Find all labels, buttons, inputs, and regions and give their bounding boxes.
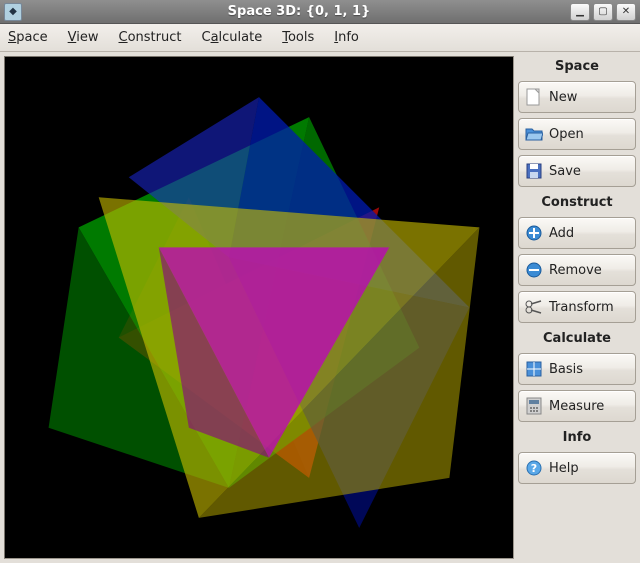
open-icon xyxy=(525,125,543,143)
menu-view[interactable]: View xyxy=(68,30,99,45)
new-label: New xyxy=(549,90,629,105)
save-label: Save xyxy=(549,164,629,179)
menu-tools[interactable]: Tools xyxy=(282,30,314,45)
window-title: Space 3D: {0, 1, 1} xyxy=(28,4,570,19)
section-title-info: Info xyxy=(518,427,636,447)
svg-text:?: ? xyxy=(531,462,537,475)
basis-icon xyxy=(525,360,543,378)
open-label: Open xyxy=(549,127,629,142)
new-button[interactable]: New xyxy=(518,81,636,113)
open-button[interactable]: Open xyxy=(518,118,636,150)
menu-space[interactable]: Space xyxy=(8,30,48,45)
transform-button[interactable]: Transform xyxy=(518,291,636,323)
save-button[interactable]: Save xyxy=(518,155,636,187)
titlebar: ◆ Space 3D: {0, 1, 1} ▁ ▢ ✕ xyxy=(0,0,640,24)
viewport-3d[interactable] xyxy=(4,56,514,559)
transform-icon xyxy=(525,298,543,316)
help-icon: ? xyxy=(525,459,543,477)
add-label: Add xyxy=(549,226,629,241)
close-button[interactable]: ✕ xyxy=(616,3,636,21)
help-label: Help xyxy=(549,461,629,476)
menu-info[interactable]: Info xyxy=(334,30,359,45)
app-icon: ◆ xyxy=(4,3,22,21)
measure-label: Measure xyxy=(549,399,629,414)
window-controls: ▁ ▢ ✕ xyxy=(570,3,636,21)
remove-label: Remove xyxy=(549,263,629,278)
sidebar: Space New Open Save Construct Add xyxy=(518,56,636,559)
client-area: Space New Open Save Construct Add xyxy=(0,52,640,563)
add-icon xyxy=(525,224,543,242)
menubar: Space View Construct Calculate Tools Inf… xyxy=(0,24,640,52)
section-title-construct: Construct xyxy=(518,192,636,212)
transform-label: Transform xyxy=(549,300,629,315)
measure-icon xyxy=(525,397,543,415)
remove-icon xyxy=(525,261,543,279)
remove-button[interactable]: Remove xyxy=(518,254,636,286)
new-icon xyxy=(525,88,543,106)
maximize-button[interactable]: ▢ xyxy=(593,3,613,21)
measure-button[interactable]: Measure xyxy=(518,390,636,422)
basis-button[interactable]: Basis xyxy=(518,353,636,385)
minimize-button[interactable]: ▁ xyxy=(570,3,590,21)
menu-calculate[interactable]: Calculate xyxy=(201,30,262,45)
add-button[interactable]: Add xyxy=(518,217,636,249)
section-title-space: Space xyxy=(518,56,636,76)
menu-construct[interactable]: Construct xyxy=(119,30,182,45)
basis-label: Basis xyxy=(549,362,629,377)
help-button[interactable]: ? Help xyxy=(518,452,636,484)
section-title-calculate: Calculate xyxy=(518,328,636,348)
save-icon xyxy=(525,162,543,180)
